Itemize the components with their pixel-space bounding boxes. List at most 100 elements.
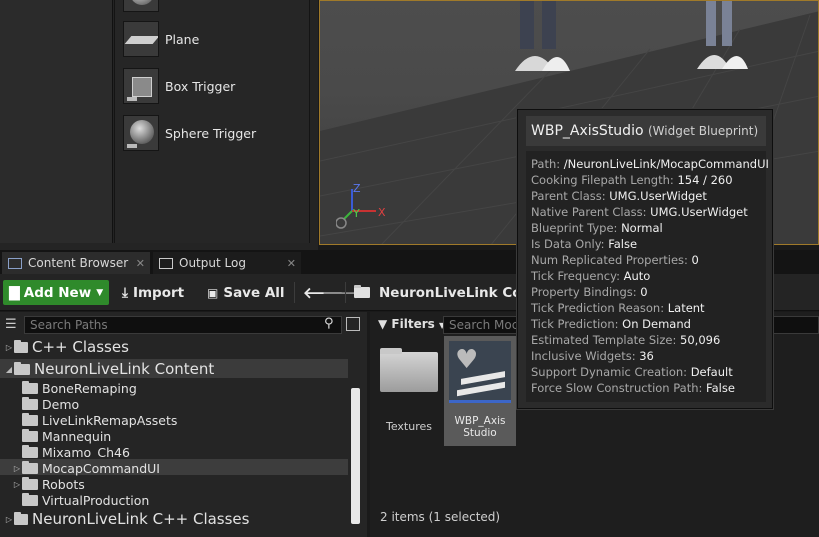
sphere-trigger-icon [123,115,159,151]
tree-item-mixamo-ch46[interactable]: Mixamo_Ch46 [22,444,130,460]
axis-gizmo [336,189,376,229]
tree-label: C++ Classes [32,338,129,356]
tooltip-body: Path: /NeuronLiveLink/MocapCommandUI Coo… [526,151,769,402]
tooltip-row: Num Replicated Properties: 0 [531,253,699,267]
plane-icon [123,21,159,57]
close-icon[interactable]: ✕ [136,257,145,270]
output-log-icon [159,257,173,269]
tree-label: Mixamo_Ch46 [42,444,130,460]
tooltip-row: Tick Prediction Reason: Latent [531,301,705,315]
place-item-label: Sphere Trigger [165,125,257,141]
asset-label: WBP_Axis Studio [444,415,516,439]
import-button[interactable]: ⤓ Import [122,280,184,305]
folder-icon [22,492,38,506]
folder-icon [22,428,38,442]
folder-icon [380,352,438,392]
folder-icon [22,444,38,458]
sources-toggle-icon[interactable]: ☰ [5,317,17,332]
save-all-label: Save All [223,284,285,301]
search-paths-placeholder: Search Paths [30,318,108,332]
place-item-sphere[interactable] [123,0,303,14]
tooltip-subtitle: (Widget Blueprint) [647,124,759,138]
folder-tab [380,348,402,354]
expand-arrow-icon[interactable]: ▷ [12,464,22,473]
place-item-sphere-trigger[interactable]: Sphere Trigger [123,113,303,153]
sphere-icon [123,0,159,12]
filters-label: Filters [391,317,435,331]
tab-output-log[interactable]: Output Log ✕ [153,252,301,274]
asset-status: 2 items (1 selected) [380,510,501,524]
path-label: NeuronLiveLink Cont [379,284,538,301]
view-options-icon[interactable] [346,317,360,331]
content-browser-icon [8,257,22,269]
widget-blueprint-icon: ♥ [449,341,511,403]
search-paths-input[interactable]: Search Paths [24,316,342,334]
tooltip-row: Path: /NeuronLiveLink/MocapCommandUI [531,157,769,171]
tooltip-row: Inclusive Widgets: 36 [531,349,654,363]
asset-label-line: Studio [463,427,497,439]
collapse-arrow-icon[interactable]: ◢ [4,365,14,374]
add-icon: ▇ [9,284,20,301]
tree-item-mocapcommandui[interactable]: ▷ MocapCommandUI [12,460,160,476]
folder-icon [22,380,38,394]
tab-content-browser[interactable]: Content Browser ✕ [2,252,150,274]
folder-icon [22,476,38,490]
asset-tooltip: WBP_AxisStudio (Widget Blueprint) Path: … [517,109,773,409]
place-categories [0,0,113,243]
tooltip-row: Estimated Template Size: 50,096 [531,333,721,347]
tooltip-header: WBP_AxisStudio (Widget Blueprint) [526,116,766,146]
tree-item-livelinkremapassets[interactable]: LiveLinkRemapAssets [22,412,177,428]
filter-icon: ▼ [378,317,388,331]
path-breadcrumb[interactable]: NeuronLiveLink Cont [354,280,538,305]
place-item-label: Box Trigger [165,78,236,94]
axis-y-label: Y [353,207,360,220]
expand-arrow-icon[interactable]: ▷ [12,480,22,489]
place-item-plane[interactable]: Plane [123,19,303,59]
folder-icon [354,285,370,298]
place-item-label: Plane [165,31,200,47]
axis-x-label: X [378,206,386,219]
tree-label: MocapCommandUI [42,460,160,476]
tree-label: Demo [42,396,80,412]
tree-item-robots[interactable]: ▷ Robots [12,476,85,492]
tree-scrollbar[interactable] [351,388,360,524]
tooltip-row: Is Data Only: False [531,237,638,251]
filters-button[interactable]: ▼ Filters ▼ [378,317,445,331]
place-actors-list: Plane Box Trigger Sphere Trigger [114,0,310,243]
tab-label: Output Log [179,256,246,270]
asset-tile-textures[interactable]: Textures [374,336,444,446]
tree-item-demo[interactable]: Demo [22,396,79,412]
tree-item-virtualproduction[interactable]: VirtualProduction [22,492,149,508]
cpp-folder-icon [14,511,28,525]
place-item-box-trigger[interactable]: Box Trigger [123,66,303,106]
asset-tile-wbp-axisstudio[interactable]: ♥ WBP_Axis Studio [444,336,516,446]
heart-icon: ♥ [455,345,479,375]
sources-panel: ☰ Search Paths ⚲ ▷ C++ Classes ◢ NeuronL… [0,312,367,537]
tooltip-row: Parent Class: UMG.UserWidget [531,189,707,203]
tree-item-boneremaping[interactable]: BoneRemaping [22,380,137,396]
expand-arrow-icon[interactable]: ▷ [4,515,14,524]
tree-item-neuronlivelink-cpp-classes[interactable]: ▷ NeuronLiveLink C++ Classes [4,510,250,528]
tree-label: VirtualProduction [42,492,150,508]
axis-z-label: Z [353,182,361,195]
close-icon[interactable]: ✕ [287,257,296,270]
tooltip-row: Property Bindings: 0 [531,285,648,299]
asset-label-line: WBP_Axis [454,415,506,427]
toolbar-divider [345,282,346,303]
expand-arrow-icon[interactable]: ▷ [4,343,14,352]
save-all-button[interactable]: ▣ Save All [207,280,285,305]
tree-label: NeuronLiveLink Content [34,360,215,378]
toolbar-divider [294,282,295,303]
tree-label: BoneRemaping [42,380,137,396]
cpp-folder-icon [14,339,28,353]
tree-item-cpp-classes[interactable]: ▷ C++ Classes [4,338,129,356]
tree-label: LiveLinkRemapAssets [42,412,178,428]
tooltip-title: WBP_AxisStudio [531,123,644,139]
add-new-button[interactable]: ▇ Add New ▼ [3,280,109,305]
import-label: Import [132,284,185,301]
import-icon: ⤓ [122,284,128,301]
tooltip-row: Tick Prediction: On Demand [531,317,691,331]
tree-item-neuronlivelink-content[interactable]: ◢ NeuronLiveLink Content [4,360,215,378]
add-new-label: Add New [23,284,92,301]
tree-item-mannequin[interactable]: Mannequin [22,428,111,444]
